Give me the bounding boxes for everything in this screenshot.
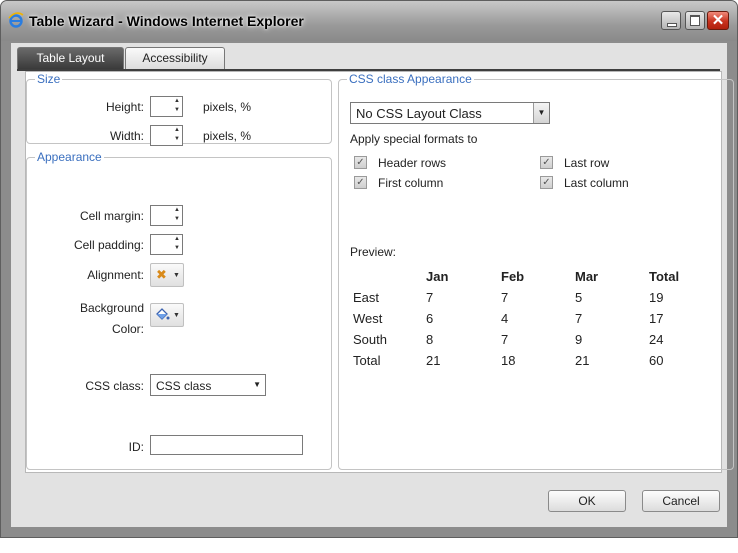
maximize-button[interactable] <box>685 11 705 30</box>
preview-cell: 7 <box>501 290 509 305</box>
background-label-line2: Color: <box>111 322 144 336</box>
size-legend: Size <box>37 72 61 86</box>
css-class-select[interactable]: CSS class ▼ <box>150 374 266 396</box>
width-label: Width: <box>109 129 144 143</box>
page-background-strip <box>0 538 738 553</box>
id-input[interactable] <box>150 435 303 455</box>
browser-window: Table Wizard - Windows Internet Explorer… <box>0 0 738 538</box>
last-row-checkbox[interactable]: ✓ <box>540 156 553 169</box>
height-label: Height: <box>105 100 144 114</box>
width-stepper[interactable]: ▲ ▼ <box>150 125 183 146</box>
cell-margin-label: Cell margin: <box>79 209 144 223</box>
tab-accessibility[interactable]: Accessibility <box>125 47 225 69</box>
table-layout-panel: Size Height: ▲ ▼ pixels, % Width: ▲ ▼ pixe… <box>25 71 734 473</box>
preview-header-cell: Jan <box>426 269 449 284</box>
preview-cell: 8 <box>426 332 434 347</box>
preview-row-label: West <box>353 311 383 326</box>
id-label: ID: <box>128 440 144 454</box>
preview-cell: 19 <box>649 290 664 305</box>
chevron-down-icon: ▼ <box>253 380 261 389</box>
last-column-checkbox[interactable]: ✓ <box>540 176 553 189</box>
preview-header-cell: Feb <box>501 269 525 284</box>
minimize-button[interactable] <box>661 11 681 30</box>
ie-logo-icon <box>8 12 24 28</box>
cell-padding-stepper[interactable]: ▲ ▼ <box>150 234 183 255</box>
appearance-legend: Appearance <box>37 150 102 164</box>
preview-cell: 7 <box>501 332 509 347</box>
window-title: Table Wizard - Windows Internet Explorer <box>29 13 304 29</box>
alignment-dropdown[interactable]: ✖ ▼ <box>150 263 184 287</box>
preview-header-cell: Mar <box>575 269 599 284</box>
chevron-down-icon[interactable]: ▼ <box>533 103 549 123</box>
preview-label: Preview: <box>350 245 397 259</box>
preview-cell: 18 <box>501 353 516 368</box>
close-button[interactable]: ✕ <box>707 11 729 30</box>
css-class-label: CSS class: <box>85 379 144 393</box>
css-appearance-legend: CSS class Appearance <box>349 72 472 86</box>
preview-cell: 5 <box>575 290 583 305</box>
header-rows-checkbox[interactable]: ✓ <box>354 156 367 169</box>
close-icon: ✕ <box>711 12 725 29</box>
background-label-line1: Background <box>79 301 144 315</box>
preview-cell: 9 <box>575 332 583 347</box>
dialog-body: Table Layout Accessibility Size Height: … <box>11 43 734 527</box>
preview-cell: 4 <box>501 311 509 326</box>
background-color-dropdown[interactable]: ▼ <box>150 303 184 327</box>
preview-cell: 21 <box>575 353 590 368</box>
css-class-value: CSS class <box>156 379 212 393</box>
header-rows-label: Header rows <box>378 156 447 170</box>
first-column-checkbox[interactable]: ✓ <box>354 176 367 189</box>
apply-formats-label: Apply special formats to <box>350 132 478 146</box>
preview-row-label: South <box>353 332 387 347</box>
background-color-label: Background Color: <box>46 298 144 340</box>
width-units: pixels, % <box>203 129 252 143</box>
last-row-label: Last row <box>564 156 610 170</box>
first-column-label: First column <box>378 176 444 190</box>
preview-cell: 17 <box>649 311 664 326</box>
css-layout-class-value: No CSS Layout Class <box>356 106 482 121</box>
preview-cell: 24 <box>649 332 664 347</box>
title-bar[interactable]: Table Wizard - Windows Internet Explorer… <box>1 1 737 41</box>
spin-arrows-icon[interactable]: ▲ ▼ <box>172 97 182 116</box>
preview-cell: 60 <box>649 353 664 368</box>
spin-arrows-icon[interactable]: ▲ ▼ <box>172 235 182 254</box>
css-layout-class-select[interactable]: No CSS Layout Class ▼ <box>350 102 550 124</box>
preview-row-label: East <box>353 290 380 305</box>
paint-bucket-icon <box>156 308 170 320</box>
cell-margin-stepper[interactable]: ▲ ▼ <box>150 205 183 226</box>
preview-row-label: Total <box>353 353 381 368</box>
spin-arrows-icon[interactable]: ▲ ▼ <box>172 206 182 225</box>
height-stepper[interactable]: ▲ ▼ <box>150 96 183 117</box>
height-units: pixels, % <box>203 100 252 114</box>
spin-arrows-icon[interactable]: ▲ ▼ <box>172 126 182 145</box>
cell-padding-label: Cell padding: <box>73 238 144 252</box>
preview-cell: 21 <box>426 353 441 368</box>
preview-cell: 6 <box>426 311 434 326</box>
chevron-down-icon: ▼ <box>173 312 180 319</box>
chevron-down-icon: ▼ <box>173 272 180 279</box>
preview-header-cell: Total <box>649 269 680 284</box>
preview-cell: 7 <box>575 311 583 326</box>
preview-cell: 7 <box>426 290 434 305</box>
x-icon: ✖ <box>156 267 167 282</box>
alignment-label: Alignment: <box>87 268 144 282</box>
tab-table-layout[interactable]: Table Layout <box>17 47 124 69</box>
ok-button[interactable]: OK <box>548 490 626 512</box>
last-column-label: Last column <box>564 176 629 190</box>
cancel-button[interactable]: Cancel <box>642 490 720 512</box>
